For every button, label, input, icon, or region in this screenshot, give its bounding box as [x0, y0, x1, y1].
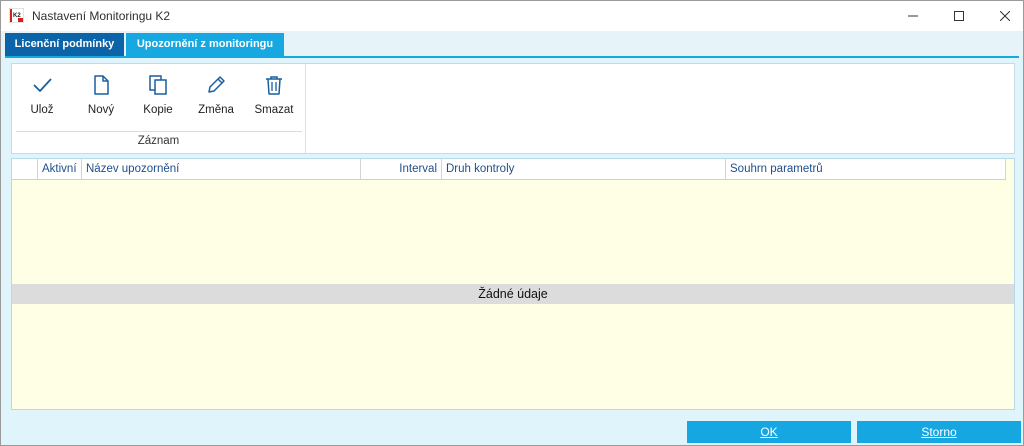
title-bar[interactable]: K2 Nastavení Monitoringu K2: [1, 1, 1023, 31]
copy-label: Kopie: [143, 104, 173, 116]
window-title: Nastavení Monitoringu K2: [32, 9, 171, 23]
storno-button[interactable]: Storno: [857, 421, 1021, 443]
grid-header: Aktivní Název upozornění Interval Druh k…: [12, 159, 1006, 180]
group-separator: [16, 131, 302, 132]
delete-button[interactable]: Smazat: [246, 64, 302, 128]
copy-icon: [149, 75, 167, 95]
tab-bar: Licenční podmínky Upozornění z monitorin…: [1, 32, 1023, 56]
header-druh-kontroly[interactable]: Druh kontroly: [442, 159, 726, 179]
settings-window: K2 Nastavení Monitoringu K2 Licenční pod…: [0, 0, 1024, 446]
trash-icon: [266, 76, 282, 95]
header-aktivni[interactable]: Aktivní: [38, 159, 82, 179]
check-icon: [33, 78, 52, 92]
maximize-icon: [954, 11, 964, 21]
header-nazev-upozorneni[interactable]: Název upozornění: [82, 159, 361, 179]
tab-underline: [5, 56, 1019, 58]
toolbar-group-zaznam: Ulož Nový Kopie Změna Smazat Záznam: [12, 64, 306, 153]
new-button[interactable]: Nový: [73, 64, 129, 128]
data-grid[interactable]: Aktivní Název upozornění Interval Druh k…: [11, 158, 1015, 410]
minimize-button[interactable]: [890, 1, 936, 31]
tab-licencni-podminky[interactable]: Licenční podmínky: [5, 33, 124, 56]
tab-upozorneni-z-monitoringu[interactable]: Upozornění z monitoringu: [126, 33, 284, 56]
maximize-button[interactable]: [936, 1, 982, 31]
k2-app-icon: K2: [9, 8, 24, 23]
header-row-selector: [12, 159, 38, 179]
edit-button[interactable]: Změna: [188, 64, 244, 128]
copy-button[interactable]: Kopie: [130, 64, 186, 128]
save-label: Ulož: [30, 104, 54, 116]
group-label-zaznam: Záznam: [137, 135, 180, 147]
new-label: Nový: [87, 104, 115, 116]
ok-button[interactable]: OK: [687, 421, 851, 443]
empty-state-text: Žádné údaje: [12, 284, 1014, 304]
header-interval[interactable]: Interval: [361, 159, 442, 179]
new-document-icon: [94, 75, 109, 95]
save-button[interactable]: Ulož: [14, 64, 70, 128]
edit-label: Změna: [198, 104, 234, 116]
close-icon: [1000, 11, 1010, 21]
delete-label: Smazat: [254, 104, 294, 116]
ribbon-toolbar: Ulož Nový Kopie Změna Smazat Záznam: [11, 63, 1015, 154]
close-button[interactable]: [982, 1, 1024, 31]
minimize-icon: [908, 15, 918, 17]
pencil-icon: [208, 76, 225, 93]
header-souhrn-parametru[interactable]: Souhrn parametrů: [726, 159, 1006, 179]
